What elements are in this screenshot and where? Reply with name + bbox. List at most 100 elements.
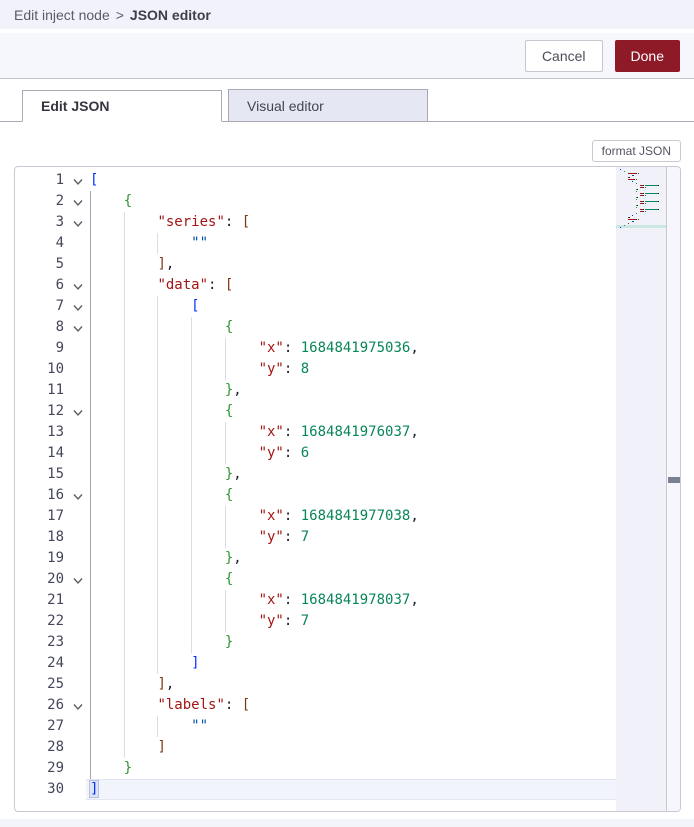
code-text: ]	[90, 737, 166, 758]
line-number: 9	[15, 338, 64, 359]
code-line: 16 {	[15, 485, 616, 506]
code-line: 7 [	[15, 296, 616, 317]
scrollbar-track[interactable]	[666, 167, 680, 811]
code-text: "y": 7	[90, 611, 309, 632]
page-bottom-strip	[0, 819, 694, 827]
line-number: 20	[15, 569, 64, 590]
line-number: 5	[15, 254, 64, 275]
minimap-token	[620, 227, 621, 228]
code-line: 24 ]	[15, 653, 616, 674]
line-number: 16	[15, 485, 64, 506]
code-text: },	[90, 548, 242, 569]
line-number: 1	[15, 170, 64, 191]
line-number: 4	[15, 233, 64, 254]
code-line: 19 },	[15, 548, 616, 569]
code-line: 14 "y": 6	[15, 443, 616, 464]
breadcrumb-current: JSON editor	[130, 7, 211, 23]
code-line: 23 }	[15, 632, 616, 653]
code-line: 15 },	[15, 464, 616, 485]
code-text: {	[90, 569, 233, 590]
minimap-token	[658, 193, 659, 194]
tab-visual-editor[interactable]: Visual editor	[228, 89, 428, 121]
code-line: 5 ],	[15, 254, 616, 275]
minimap-token	[636, 179, 637, 180]
code-text: ""	[90, 716, 208, 737]
fold-toggle-icon[interactable]	[71, 322, 85, 334]
line-number: 22	[15, 611, 64, 632]
line-number: 14	[15, 443, 64, 464]
minimap-token	[628, 223, 629, 224]
tab-bar: Edit JSON Visual editor	[0, 80, 694, 122]
fold-toggle-icon[interactable]	[71, 175, 85, 187]
code-line: 28 ]	[15, 737, 616, 758]
code-line: 11 },	[15, 380, 616, 401]
minimap-token	[636, 207, 637, 208]
code-line: 9 "x": 1684841975036,	[15, 338, 616, 359]
code-text: }	[90, 632, 233, 653]
minimap-token	[645, 203, 646, 204]
fold-toggle-icon[interactable]	[71, 406, 85, 418]
line-number: 27	[15, 716, 64, 737]
fold-toggle-icon[interactable]	[71, 700, 85, 712]
code-text: },	[90, 380, 242, 401]
code-line: 27 ""	[15, 716, 616, 737]
code-line: 10 "y": 8	[15, 359, 616, 380]
code-text: "x": 1684841976037,	[90, 422, 419, 443]
minimap-token	[637, 197, 638, 198]
json-code-editor[interactable]: 1[2 {3 "series": [4 ""5 ],6 "data": [7 […	[14, 166, 681, 812]
code-lines[interactable]: 1[2 {3 "series": [4 ""5 ],6 "data": [7 […	[15, 170, 616, 800]
minimap-token	[637, 205, 638, 206]
minimap-token	[645, 193, 658, 194]
breadcrumb-parent[interactable]: Edit inject node	[14, 7, 110, 23]
minimap-token	[658, 209, 659, 210]
code-text: ""	[90, 233, 208, 254]
minimap-token	[643, 203, 644, 204]
minimap-token	[643, 195, 644, 196]
minimap-token	[632, 215, 633, 216]
line-number: 2	[15, 191, 64, 212]
cancel-button[interactable]: Cancel	[525, 40, 603, 72]
minimap-content	[616, 167, 666, 811]
line-number: 29	[15, 758, 64, 779]
code-text: ],	[90, 254, 174, 275]
code-text: },	[90, 464, 242, 485]
fold-toggle-icon[interactable]	[71, 196, 85, 208]
minimap-token	[643, 187, 644, 188]
fold-toggle-icon[interactable]	[71, 217, 85, 229]
minimap-token	[620, 169, 621, 170]
minimap-token	[624, 171, 625, 172]
minimap-token	[638, 173, 639, 174]
line-number: 11	[15, 380, 64, 401]
code-line: 6 "data": [	[15, 275, 616, 296]
minimap-token	[643, 185, 644, 186]
minimap-token	[632, 175, 634, 176]
minimap-token	[645, 201, 658, 202]
line-number: 3	[15, 212, 64, 233]
fold-toggle-icon[interactable]	[71, 574, 85, 586]
minimap-token	[658, 185, 659, 186]
code-line: 13 "x": 1684841976037,	[15, 422, 616, 443]
scrollbar-thumb[interactable]	[668, 477, 680, 483]
minimap-token	[643, 193, 644, 194]
tab-edit-json[interactable]: Edit JSON	[22, 90, 222, 122]
tab-edit-json-label: Edit JSON	[41, 98, 109, 114]
code-text: {	[90, 485, 233, 506]
code-text: "x": 1684841975036,	[90, 338, 419, 359]
code-line: 20 {	[15, 569, 616, 590]
format-json-button[interactable]: format JSON	[592, 140, 681, 162]
fold-toggle-icon[interactable]	[71, 490, 85, 502]
minimap-token	[632, 181, 633, 182]
code-text: }	[90, 758, 132, 779]
done-button[interactable]: Done	[615, 40, 680, 72]
fold-toggle-icon[interactable]	[71, 301, 85, 313]
minimap-token	[636, 183, 637, 184]
minimap-token	[636, 213, 637, 214]
line-number: 6	[15, 275, 64, 296]
code-line: 1[	[15, 170, 616, 191]
minimap[interactable]	[616, 167, 666, 811]
line-number: 28	[15, 737, 64, 758]
minimap-token	[636, 191, 637, 192]
minimap-token	[645, 195, 646, 196]
code-line: 4 ""	[15, 233, 616, 254]
fold-toggle-icon[interactable]	[71, 280, 85, 292]
